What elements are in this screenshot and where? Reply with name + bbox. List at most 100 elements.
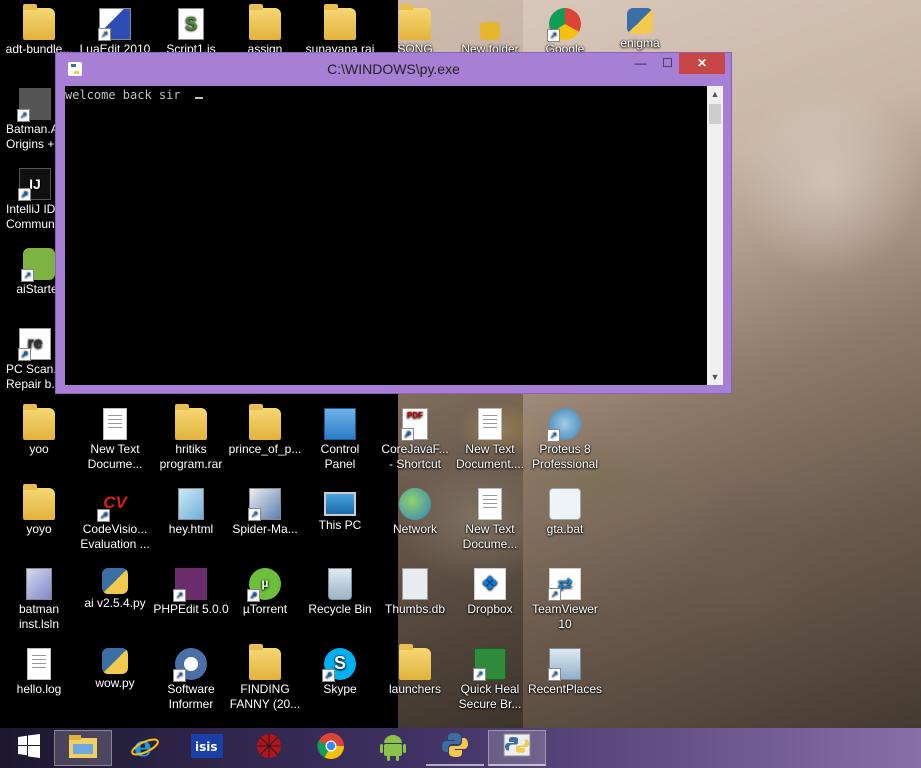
desktop-icon-teamviewer[interactable]: ⇄TeamViewer 10 bbox=[527, 568, 603, 632]
pdf-icon: PDF bbox=[401, 408, 428, 441]
desktop-icon-song[interactable]: SONG bbox=[377, 4, 453, 57]
taskbar-chrome[interactable] bbox=[302, 730, 360, 766]
desktop-icon-adt-bundle[interactable]: adt-bundle... bbox=[1, 4, 77, 57]
desktop-icon-assign[interactable]: assign bbox=[227, 4, 303, 57]
desktop-icon-sunayana-rai[interactable]: sunayana rai bbox=[302, 4, 378, 57]
text-file-icon bbox=[478, 488, 502, 520]
desktop-icon-hello-log[interactable]: hello.log bbox=[1, 648, 77, 697]
recent-places-icon bbox=[548, 648, 581, 681]
taskbar: e isis bbox=[0, 728, 921, 768]
desktop-icon-network[interactable]: Network bbox=[377, 488, 453, 537]
proteus-icon bbox=[547, 408, 581, 442]
js-file-icon: S bbox=[178, 8, 204, 40]
codevision-icon: CV bbox=[97, 488, 131, 522]
folder-icon bbox=[23, 404, 55, 440]
console-output-area[interactable]: welcome back sir bbox=[65, 86, 707, 385]
console-scrollbar[interactable]: ▲ ▼ bbox=[707, 86, 723, 385]
archive-icon bbox=[249, 644, 281, 680]
desktop-icon-codevision[interactable]: CVCodeVisio... Evaluation ... bbox=[77, 488, 153, 552]
console-titlebar[interactable]: C:\WINDOWS\py.exe — ☐ ✕ bbox=[56, 53, 731, 85]
reimage-icon: re bbox=[18, 328, 51, 361]
maximize-button[interactable]: ☐ bbox=[654, 53, 681, 74]
dropbox-icon: ❖ bbox=[474, 568, 506, 600]
desktop-icon-phpedit[interactable]: PHPEdit 5.0.0 bbox=[153, 568, 229, 617]
database-file-icon bbox=[402, 568, 428, 600]
taskbar-file-explorer[interactable] bbox=[54, 730, 112, 766]
minimize-button[interactable]: — bbox=[627, 53, 654, 74]
desktop-icon-ai-v254-py[interactable]: ai v2.5.4.py bbox=[77, 568, 153, 611]
python-file-icon bbox=[102, 568, 128, 594]
desktop-icon-utorrent[interactable]: µµTorrent bbox=[227, 568, 303, 617]
desktop-icon-batman-inst[interactable]: batman inst.lsln bbox=[1, 568, 77, 632]
desktop-icon-yoyo[interactable]: yoyo bbox=[1, 484, 77, 537]
desktop-icon-quick-heal[interactable]: Quick Heal Secure Br... bbox=[452, 648, 528, 712]
desktop-icon-script1[interactable]: S Script1.js bbox=[153, 8, 229, 57]
scroll-up-button[interactable]: ▲ bbox=[707, 86, 723, 102]
scroll-down-button[interactable]: ▼ bbox=[707, 369, 723, 385]
console-output-line: welcome back sir bbox=[65, 88, 181, 102]
desktop-icon-recentplaces[interactable]: RecentPlaces bbox=[527, 648, 603, 697]
chrome-icon bbox=[316, 731, 346, 766]
archive-icon bbox=[175, 404, 207, 440]
taskbar-python-console[interactable] bbox=[488, 730, 546, 766]
software-informer-icon bbox=[173, 648, 207, 682]
taskbar-isis[interactable]: isis bbox=[178, 730, 236, 766]
desktop-icon-spider-man[interactable]: Spider-Ma... bbox=[227, 488, 303, 537]
internet-explorer-icon: e bbox=[130, 730, 160, 766]
desktop-icon-gta-bat[interactable]: gta.bat bbox=[527, 488, 603, 537]
text-cursor bbox=[194, 97, 203, 99]
svg-text:isis: isis bbox=[195, 740, 218, 754]
start-button[interactable] bbox=[0, 730, 58, 766]
desktop-icon-this-pc[interactable]: This PC bbox=[302, 488, 378, 533]
taskbar-spider-man[interactable] bbox=[240, 730, 298, 766]
batman-icon bbox=[17, 88, 51, 122]
desktop-icon-hritiks-program[interactable]: hritiks program.rar bbox=[153, 404, 229, 472]
desktop-icon-new-folder[interactable]: New folder bbox=[452, 8, 528, 57]
desktop-icon-new-text-document-1[interactable]: New Text Docume... bbox=[77, 408, 153, 472]
desktop-icon-luaedit[interactable]: LuaEdit 2010 bbox=[77, 8, 153, 57]
taskbar-android-studio[interactable] bbox=[364, 730, 422, 766]
desktop-icon-new-text-document-3[interactable]: New Text Docume... bbox=[452, 488, 528, 552]
desktop-icon-dropbox[interactable]: ❖ Dropbox bbox=[452, 568, 528, 617]
windows-start-icon bbox=[16, 733, 42, 764]
skype-icon: S bbox=[322, 648, 356, 682]
chrome-icon bbox=[547, 8, 581, 42]
spider-man-game-icon bbox=[248, 488, 281, 521]
folder-icon bbox=[23, 4, 55, 40]
batch-file-icon bbox=[549, 488, 581, 520]
desktop-icon-enigma[interactable]: enigma bbox=[602, 8, 678, 51]
folder-icon bbox=[399, 4, 431, 40]
close-button[interactable]: ✕ bbox=[679, 53, 725, 74]
intellij-icon: IJ bbox=[18, 168, 51, 201]
desktop-icon-thumbs-db[interactable]: Thumbs.db bbox=[377, 568, 453, 617]
desktop-icon-control-panel[interactable]: Control Panel bbox=[302, 408, 378, 472]
scroll-thumb[interactable] bbox=[709, 104, 721, 124]
folder-icon bbox=[249, 4, 281, 40]
python-console-icon bbox=[503, 731, 531, 764]
desktop-icon-new-text-document-2[interactable]: New Text Document.... bbox=[452, 408, 528, 472]
desktop-icon-wow-py[interactable]: wow.py bbox=[77, 648, 153, 691]
desktop-icon-corejava-shortcut[interactable]: PDFCoreJavaF... - Shortcut bbox=[377, 408, 453, 472]
taskbar-python[interactable] bbox=[426, 730, 484, 766]
taskbar-internet-explorer[interactable]: e bbox=[116, 730, 174, 766]
text-file-icon bbox=[478, 408, 502, 440]
archive-icon bbox=[249, 404, 281, 440]
console-window[interactable]: C:\WINDOWS\py.exe — ☐ ✕ welcome back sir… bbox=[55, 52, 732, 394]
desktop-icon-launchers[interactable]: launchers bbox=[377, 644, 453, 697]
desktop-icon-hey-html[interactable]: hey.html bbox=[153, 488, 229, 537]
python-file-icon bbox=[627, 8, 653, 34]
desktop-icon-recycle-bin[interactable]: Recycle Bin bbox=[302, 568, 378, 617]
desktop-icon-software-informer[interactable]: Software Informer bbox=[153, 648, 229, 712]
desktop-icon-skype[interactable]: SSkype bbox=[302, 648, 378, 697]
lock-icon bbox=[480, 22, 500, 40]
desktop-icon-proteus[interactable]: Proteus 8 Professional bbox=[527, 408, 603, 472]
teamviewer-icon: ⇄ bbox=[548, 568, 581, 601]
desktop-icon-yoo[interactable]: yoo bbox=[1, 404, 77, 457]
android-icon bbox=[21, 248, 55, 282]
desktop-icon-prince-of-persia[interactable]: prince_of_p... bbox=[227, 404, 303, 457]
folder-icon bbox=[399, 644, 431, 680]
recycle-bin-icon bbox=[328, 568, 352, 600]
desktop-icon-finding-fanny[interactable]: FINDING FANNY (20... bbox=[227, 644, 303, 712]
luaedit-icon bbox=[98, 8, 131, 41]
desktop-icon-google[interactable]: Google bbox=[527, 8, 603, 57]
